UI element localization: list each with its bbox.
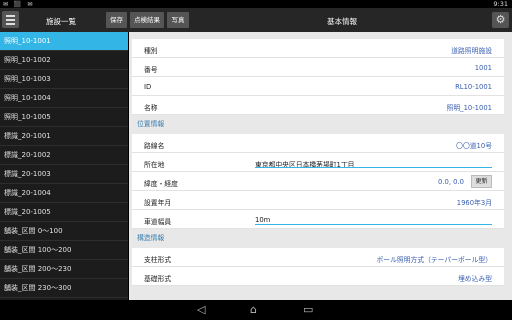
structure-card: 支柱形式 ポール照明方式（テーパーポール型） 基礎形式 埋め込み型 (132, 248, 504, 286)
list-item[interactable]: 照明_10-1005 (0, 108, 128, 127)
field-label: 名称 (144, 104, 158, 112)
field-label: 支柱形式 (144, 256, 172, 264)
notification-icons: ✉ ⬛ ✉ (3, 1, 35, 8)
install-date-row: 設置年月 1960年3月 (132, 191, 504, 210)
address-row: 所在地 東京都中央区日本橋茅場町1丁目 (132, 153, 504, 172)
route-value[interactable]: 〇〇道10号 (456, 140, 492, 150)
list-item[interactable]: 舗装_区間 230〜300 (0, 279, 128, 298)
support-type-row: 支柱形式 ポール照明方式（テーパーポール型） (132, 248, 504, 267)
number-row: 番号 1001 (132, 58, 504, 77)
clock: 9:31 (493, 0, 508, 8)
id-row: ID RL10-1001 (132, 77, 504, 96)
foundation-type-value[interactable]: 埋め込み型 (458, 273, 492, 283)
inspection-results-button[interactable]: 点検結果 (130, 12, 164, 28)
coordinates-value: 0.0, 0.0 (438, 178, 464, 186)
field-label: 所在地 (144, 161, 165, 169)
location-section-title: 位置情報 (137, 120, 165, 128)
list-item[interactable]: 照明_10-1001 (0, 32, 128, 51)
list-item[interactable]: 標識_20-1001 (0, 127, 128, 146)
action-bar: 施設一覧 保存 点検結果 写真 基本情報 ⚙ (0, 8, 512, 32)
field-label: ID (144, 83, 152, 91)
field-label: 基礎形式 (144, 275, 172, 283)
name-value[interactable]: 照明_10-1001 (447, 102, 492, 112)
structure-section-title: 構造情報 (137, 234, 165, 242)
field-label: 番号 (144, 66, 158, 74)
list-item[interactable]: 照明_10-1002 (0, 51, 128, 70)
menu-icon[interactable] (2, 11, 19, 28)
navigation-bar: ◁ ⌂ ▭ (0, 300, 512, 320)
list-item[interactable]: 標識_20-1003 (0, 165, 128, 184)
road-width-row: 車道幅員 10m (132, 210, 504, 229)
support-type-value[interactable]: ポール照明方式（テーパーポール型） (377, 254, 492, 264)
basic-info-card: 種別 道路照明施設 番号 1001 ID RL10-1001 名称 照明_10-1001 (132, 39, 504, 115)
sidebar-title: 施設一覧 (46, 17, 76, 26)
list-item[interactable]: 舗装_区間 100〜200 (0, 241, 128, 260)
save-button[interactable]: 保存 (106, 12, 127, 28)
address-underline (255, 167, 492, 168)
type-value[interactable]: 道路照明施設 (451, 45, 492, 55)
facility-list: 照明_10-1001 照明_10-1002 照明_10-1003 照明_10-1… (0, 32, 128, 300)
road-width-underline (255, 224, 492, 225)
location-card: 路線名 〇〇道10号 所在地 東京都中央区日本橋茅場町1丁目 緯度・経度 0.0, 0… (132, 134, 504, 229)
list-item[interactable]: 標識_20-1004 (0, 184, 128, 203)
id-value[interactable]: RL10-1001 (455, 83, 492, 91)
install-date-value[interactable]: 1960年3月 (457, 197, 492, 207)
number-value[interactable]: 1001 (475, 64, 492, 72)
coordinates-row: 緯度・経度 0.0, 0.0 更新 (132, 172, 504, 191)
back-icon[interactable]: ◁ (197, 303, 205, 316)
list-item[interactable]: 照明_10-1003 (0, 70, 128, 89)
field-label: 路線名 (144, 142, 165, 150)
foundation-type-row: 基礎形式 埋め込み型 (132, 267, 504, 286)
list-item[interactable]: 標識_20-1002 (0, 146, 128, 165)
field-label: 種別 (144, 47, 158, 55)
photo-button[interactable]: 写真 (167, 12, 189, 28)
field-label: 緯度・経度 (144, 180, 178, 188)
name-row: 名称 照明_10-1001 (132, 96, 504, 115)
field-label: 車道幅員 (144, 218, 172, 226)
recent-apps-icon[interactable]: ▭ (303, 303, 313, 316)
field-label: 設置年月 (144, 199, 172, 207)
list-item[interactable]: 舗装_区間 200〜230 (0, 260, 128, 279)
page-title: 基本情報 (327, 17, 357, 26)
type-row: 種別 道路照明施設 (132, 39, 504, 58)
road-width-field[interactable]: 10m (255, 216, 270, 224)
list-item[interactable]: 標識_20-1005 (0, 203, 128, 222)
list-item[interactable]: 舗装_区間 0〜100 (0, 222, 128, 241)
list-item[interactable]: 照明_10-1004 (0, 89, 128, 108)
status-bar: ✉ ⬛ ✉ 9:31 (0, 0, 512, 8)
update-button[interactable]: 更新 (471, 175, 492, 188)
detail-panel: 種別 道路照明施設 番号 1001 ID RL10-1001 名称 照明_10-1001… (129, 32, 512, 300)
route-row: 路線名 〇〇道10号 (132, 134, 504, 153)
home-icon[interactable]: ⌂ (250, 303, 257, 316)
gear-icon[interactable]: ⚙ (492, 12, 509, 28)
